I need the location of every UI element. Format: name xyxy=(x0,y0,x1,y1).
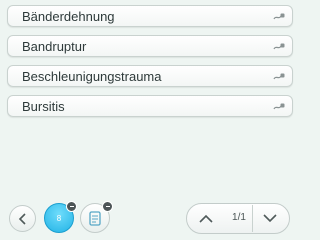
results-list: Bänderdehnung Bandruptur Beschleunigungs… xyxy=(7,5,293,125)
pager: 1/1 xyxy=(186,203,290,234)
remove-badge-icon[interactable] xyxy=(102,201,113,212)
cable-plug-icon xyxy=(273,40,286,53)
chevron-left-icon xyxy=(18,212,26,225)
page-up-button[interactable] xyxy=(189,205,223,232)
page-down-button[interactable] xyxy=(252,205,287,232)
list-item[interactable]: Bandruptur xyxy=(7,35,293,57)
cable-plug-icon xyxy=(273,100,286,113)
cable-plug-icon xyxy=(273,70,286,83)
chevron-down-icon xyxy=(263,214,277,223)
remove-badge-icon[interactable] xyxy=(66,201,77,212)
chevron-up-icon xyxy=(199,214,213,223)
document-icon xyxy=(89,210,101,226)
list-item-label: Bursitis xyxy=(22,99,65,114)
list-item-label: Bänderdehnung xyxy=(22,9,115,24)
list-item[interactable]: Beschleunigungstrauma xyxy=(7,65,293,87)
list-item[interactable]: Bursitis xyxy=(7,95,293,117)
page-indicator: 1/1 xyxy=(232,212,246,223)
cable-plug-icon xyxy=(273,10,286,23)
bottom-toolbar: 8 1/1 xyxy=(0,198,300,240)
list-item-label: Beschleunigungstrauma xyxy=(22,69,162,84)
back-button[interactable] xyxy=(9,205,36,232)
list-item-label: Bandruptur xyxy=(22,39,87,54)
list-item[interactable]: Bänderdehnung xyxy=(7,5,293,27)
selection-count: 8 xyxy=(56,213,62,223)
